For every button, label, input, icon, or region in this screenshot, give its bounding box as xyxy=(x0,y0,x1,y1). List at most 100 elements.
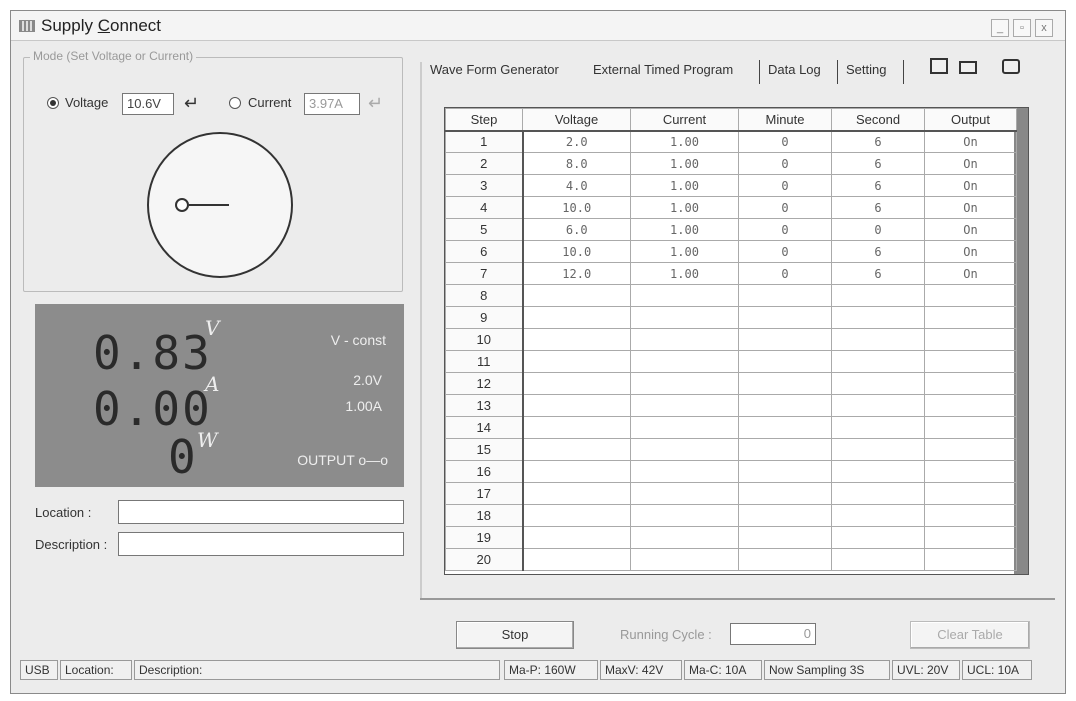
cell-voltage[interactable]: 2.0 xyxy=(522,130,631,153)
cell-voltage[interactable]: 10.0 xyxy=(522,240,631,263)
cell-current[interactable] xyxy=(630,504,739,527)
cell-current[interactable]: 1.00 xyxy=(630,218,739,241)
current-enter-icon[interactable]: ↵ xyxy=(368,94,383,112)
cell-output[interactable]: On xyxy=(924,218,1017,241)
cell-second[interactable] xyxy=(831,416,925,439)
maximize-button[interactable]: ▫ xyxy=(1013,19,1031,37)
cell-current[interactable]: 1.00 xyxy=(630,174,739,197)
cell-minute[interactable] xyxy=(738,306,832,329)
cell-current[interactable]: 1.00 xyxy=(630,240,739,263)
clear-table-button[interactable]: Clear Table xyxy=(910,621,1030,649)
cell-second[interactable]: 6 xyxy=(831,130,925,153)
cell-minute[interactable] xyxy=(738,284,832,307)
cell-current[interactable] xyxy=(630,372,739,395)
voltage-radio[interactable] xyxy=(47,97,59,109)
current-radio[interactable] xyxy=(229,97,241,109)
cell-minute[interactable] xyxy=(738,526,832,549)
cell-minute[interactable] xyxy=(738,504,832,527)
cell-second[interactable] xyxy=(831,504,925,527)
cell-current[interactable]: 1.00 xyxy=(630,262,739,285)
cell-current[interactable]: 1.00 xyxy=(630,196,739,219)
cell-voltage[interactable] xyxy=(522,306,631,329)
cell-voltage[interactable] xyxy=(522,284,631,307)
tab-wave-form-generator[interactable]: Wave Form Generator xyxy=(430,62,559,77)
cell-output[interactable]: On xyxy=(924,152,1017,175)
cell-minute[interactable] xyxy=(738,416,832,439)
cell-current[interactable] xyxy=(630,438,739,461)
voltage-enter-icon[interactable]: ↵ xyxy=(184,94,199,112)
cell-second[interactable] xyxy=(831,526,925,549)
cell-minute[interactable] xyxy=(738,482,832,505)
cell-output[interactable] xyxy=(924,504,1017,527)
cell-current[interactable] xyxy=(630,284,739,307)
cell-current[interactable] xyxy=(630,350,739,373)
cell-second[interactable] xyxy=(831,284,925,307)
cell-current[interactable] xyxy=(630,460,739,483)
cell-current[interactable]: 1.00 xyxy=(630,130,739,153)
voltage-input[interactable]: 10.6V xyxy=(122,93,174,115)
cell-current[interactable] xyxy=(630,328,739,351)
cell-output[interactable] xyxy=(924,460,1017,483)
cell-voltage[interactable]: 10.0 xyxy=(522,196,631,219)
cell-second[interactable]: 6 xyxy=(831,174,925,197)
print-icon[interactable] xyxy=(1002,59,1020,74)
cell-output[interactable] xyxy=(924,416,1017,439)
cell-minute[interactable]: 0 xyxy=(738,240,832,263)
cell-second[interactable]: 6 xyxy=(831,240,925,263)
cell-voltage[interactable] xyxy=(522,438,631,461)
cell-output[interactable]: On xyxy=(924,262,1017,285)
open-folder-icon[interactable] xyxy=(959,61,977,74)
cell-minute[interactable]: 0 xyxy=(738,262,832,285)
cell-output[interactable] xyxy=(924,350,1017,373)
cell-second[interactable] xyxy=(831,350,925,373)
minimize-button[interactable]: _ xyxy=(991,19,1009,37)
cell-minute[interactable] xyxy=(738,460,832,483)
cell-voltage[interactable] xyxy=(522,394,631,417)
cell-voltage[interactable]: 4.0 xyxy=(522,174,631,197)
cell-output[interactable] xyxy=(924,372,1017,395)
cell-voltage[interactable] xyxy=(522,526,631,549)
cell-voltage[interactable] xyxy=(522,460,631,483)
voltage-knob[interactable] xyxy=(147,132,293,278)
cell-current[interactable] xyxy=(630,526,739,549)
cell-second[interactable] xyxy=(831,328,925,351)
description-field[interactable] xyxy=(118,532,404,556)
cell-minute[interactable]: 0 xyxy=(738,130,832,153)
cell-voltage[interactable]: 8.0 xyxy=(522,152,631,175)
tab-external-timed-program[interactable]: External Timed Program xyxy=(593,62,733,77)
cell-voltage[interactable]: 12.0 xyxy=(522,262,631,285)
cell-minute[interactable] xyxy=(738,372,832,395)
cell-minute[interactable]: 0 xyxy=(738,152,832,175)
cell-output[interactable] xyxy=(924,328,1017,351)
cell-minute[interactable] xyxy=(738,394,832,417)
cell-output[interactable]: On xyxy=(924,130,1017,153)
current-input[interactable]: 3.97A xyxy=(304,93,360,115)
cell-output[interactable] xyxy=(924,438,1017,461)
cell-output[interactable] xyxy=(924,284,1017,307)
cell-minute[interactable]: 0 xyxy=(738,218,832,241)
cell-second[interactable] xyxy=(831,394,925,417)
cell-current[interactable] xyxy=(630,416,739,439)
cell-voltage[interactable]: 6.0 xyxy=(522,218,631,241)
cell-second[interactable] xyxy=(831,482,925,505)
cell-output[interactable]: On xyxy=(924,196,1017,219)
cell-voltage[interactable] xyxy=(522,328,631,351)
cell-second[interactable]: 6 xyxy=(831,196,925,219)
cell-current[interactable] xyxy=(630,482,739,505)
cell-output[interactable] xyxy=(924,394,1017,417)
cell-output[interactable] xyxy=(924,482,1017,505)
cell-voltage[interactable] xyxy=(522,372,631,395)
cell-current[interactable]: 1.00 xyxy=(630,152,739,175)
cell-second[interactable]: 6 xyxy=(831,152,925,175)
cell-minute[interactable] xyxy=(738,328,832,351)
cell-second[interactable] xyxy=(831,306,925,329)
cell-voltage[interactable] xyxy=(522,504,631,527)
cell-minute[interactable] xyxy=(738,548,832,571)
cell-second[interactable] xyxy=(831,460,925,483)
tab-setting[interactable]: Setting xyxy=(846,62,886,77)
cell-output[interactable]: On xyxy=(924,174,1017,197)
cell-output[interactable] xyxy=(924,526,1017,549)
cell-second[interactable] xyxy=(831,438,925,461)
cell-minute[interactable] xyxy=(738,438,832,461)
cell-second[interactable] xyxy=(831,372,925,395)
